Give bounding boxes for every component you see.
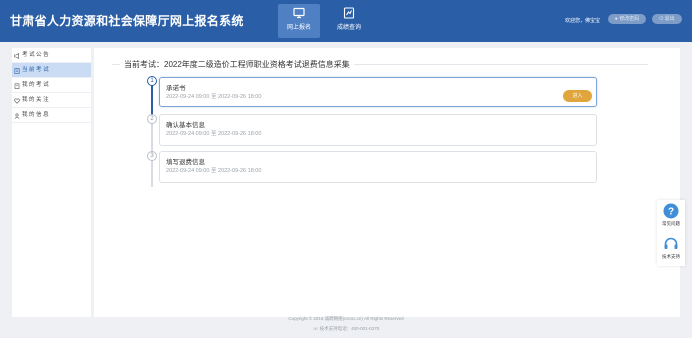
app-title: 甘肃省人力资源和社会保障厅网上报名系统 — [10, 14, 244, 28]
header-bar: 甘肃省人力资源和社会保障厅网上报名系统 网上报名 成绩查询 欢迎您，佛宝宝 ● … — [0, 0, 692, 42]
nav-tab-score-query[interactable]: 成绩查询 — [328, 4, 370, 38]
logout-button[interactable]: ⏻ 退出 — [652, 14, 682, 24]
enter-button[interactable]: 进入 — [563, 90, 592, 102]
step-time: 2022-09-24 09:00 至 2022-09-26 18:00 — [166, 131, 262, 137]
book-icon — [14, 68, 20, 74]
sidebar-item-exam-announcements[interactable]: 考 试 公 告 — [12, 48, 91, 63]
megaphone-icon — [14, 53, 19, 59]
faq-button[interactable]: ? 常见问题 — [657, 203, 685, 227]
floating-help-panel: ? 常见问题 技术支持 — [657, 200, 685, 266]
faq-label: 常见问题 — [662, 221, 680, 226]
sidebar-item-label: 我 的 信 息 — [22, 112, 49, 118]
step-time: 2022-09-24 09:00 至 2022-09-26 18:00 — [166, 168, 262, 174]
sidebar-item-label: 当 前 考 试 — [22, 67, 49, 73]
sidebar-item-label: 我 的 考 试 — [22, 82, 49, 88]
headset-icon — [664, 237, 678, 249]
sidebar: 考 试 公 告 当 前 考 试 我 的 考 试 我 的 关 注 我 的 信 息 — [12, 48, 91, 317]
change-password-button[interactable]: ● 修改密码 — [608, 14, 646, 24]
step-card-refund-info[interactable]: 填写退费信息 2022-09-24 09:00 至 2022-09-26 18:… — [159, 151, 597, 183]
user-icon — [14, 113, 20, 119]
svg-text:?: ? — [668, 207, 674, 218]
clipboard-icon — [14, 83, 20, 89]
score-icon — [343, 7, 355, 19]
sidebar-item-label: 我 的 关 注 — [22, 97, 49, 103]
current-exam-title: 当前考试：2022年度二级造价工程师职业资格考试退费信息采集 — [120, 59, 354, 70]
sidebar-item-current-exam[interactable]: 当 前 考 试 — [12, 63, 91, 78]
sidebar-item-my-info[interactable]: 我 的 信 息 — [12, 108, 91, 123]
step-title: 承诺书 — [166, 85, 186, 92]
sidebar-item-my-follows[interactable]: 我 的 关 注 — [12, 93, 91, 108]
logout-label: 退出 — [664, 16, 675, 22]
tech-support-button[interactable]: 技术支持 — [657, 236, 685, 260]
step-title: 确认基本信息 — [166, 122, 205, 129]
tech-support-label: 技术支持 — [662, 254, 680, 259]
change-password-label: 修改密码 — [619, 16, 640, 22]
sidebar-item-label: 考 试 公 告 — [22, 52, 49, 58]
step-number-1: 1 — [147, 76, 157, 86]
welcome-text: 欢迎您，佛宝宝 — [565, 18, 601, 24]
monitor-icon — [293, 7, 305, 19]
step-time: 2022-09-24 09:00 至 2022-09-26 18:00 — [166, 94, 262, 100]
step-number-3: 3 — [147, 151, 157, 161]
question-icon: ? — [663, 203, 679, 219]
step-number-2: 2 — [147, 114, 157, 124]
nav-tab-online-registration[interactable]: 网上报名 — [278, 4, 320, 38]
step-card-confirm-info[interactable]: 确认基本信息 2022-09-24 09:00 至 2022-09-26 18:… — [159, 114, 597, 146]
nav-tab-label: 成绩查询 — [336, 25, 361, 31]
footer-support-phone: ☏ 技术支持电话：400-001-0370 — [312, 326, 380, 331]
step-title: 填写退费信息 — [166, 159, 205, 166]
footer-copyright: Copyright © 2016 诚聘网络(cscsc.cn) All Righ… — [288, 316, 404, 321]
nav-tab-label: 网上报名 — [286, 25, 311, 31]
heart-icon — [14, 98, 20, 104]
step-card-commitment[interactable]: 承诺书 2022-09-24 09:00 至 2022-09-26 18:00 … — [159, 77, 597, 107]
sidebar-item-my-exams[interactable]: 我 的 考 试 — [12, 78, 91, 93]
